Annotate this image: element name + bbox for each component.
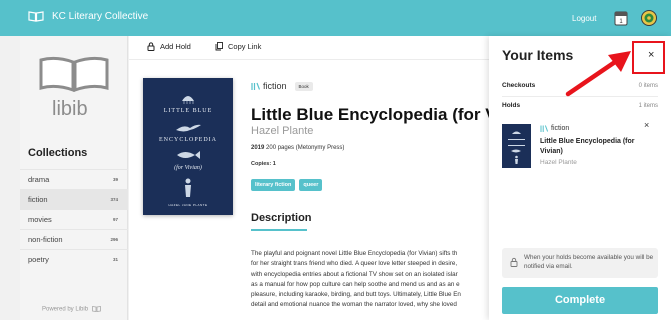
powered-by-text: Powered by Libib <box>42 306 89 313</box>
description-underline <box>251 229 307 231</box>
lock-icon <box>147 42 155 51</box>
hold-item-title[interactable]: Little Blue Encyclopedia (for Vivian) <box>540 137 644 156</box>
book-detail: Add Hold Copy Link LITTLE BLUE ENCYCLOPE… <box>129 36 489 320</box>
hold-item-author: Hazel Plante <box>540 159 577 166</box>
logout-link[interactable]: Logout <box>572 14 596 23</box>
sidebar: libib Collections drama 39 fiction 374 m… <box>20 36 128 320</box>
jellyfish-icon <box>182 96 194 104</box>
collection-name: poetry <box>28 255 49 264</box>
figure-icon <box>185 178 191 197</box>
checkouts-label: Checkouts <box>502 82 536 89</box>
collection-count: 39 <box>112 177 118 182</box>
copy-icon <box>215 42 223 51</box>
libib-logo <box>39 56 109 92</box>
genre-row: fiction Book <box>251 81 313 91</box>
toolbar: Add Hold Copy Link <box>129 36 489 60</box>
collection-count: 374 <box>110 197 118 202</box>
book-meta: 2019 200 pages (Metonymy Press) <box>251 145 344 151</box>
book-publisher: (Metonymy Press) <box>295 145 345 151</box>
book-cover: LITTLE BLUE ENCYCLOPEDIA (for Vivian) HA… <box>143 78 233 215</box>
collection-item-fiction[interactable]: fiction 374 <box>20 189 128 209</box>
hold-notice-text: When your holds become available you wil… <box>524 254 654 270</box>
collection-count: 296 <box>110 237 118 242</box>
description-text: The playful and poignant novel Little Bl… <box>251 249 489 311</box>
description-line: as a manual for how pop culture can help… <box>251 280 460 288</box>
hold-notice: When your holds become available you wil… <box>502 248 658 278</box>
description-line: The playful and poignant novel Little Bl… <box>251 250 458 257</box>
bird-icon <box>176 124 201 132</box>
brand[interactable]: KC Literary Collective <box>28 11 148 22</box>
cover-title-line-2: ENCYCLOPEDIA <box>159 137 217 143</box>
books-icon <box>251 82 260 90</box>
description-title: Description <box>251 212 312 224</box>
cover-author: HAZEL JANE PLANTE <box>168 203 208 207</box>
collections-title: Collections <box>28 147 88 159</box>
tag-queer[interactable]: queer <box>299 179 323 191</box>
book-copies: Copies: 1 <box>251 161 276 167</box>
top-bar: KC Literary Collective Logout 1 <box>0 0 671 36</box>
brand-name: KC Literary Collective <box>52 11 149 22</box>
copy-link-label: Copy Link <box>228 42 262 51</box>
description-line: pleasure, including karaoke, birding, an… <box>251 291 461 299</box>
book-cover-art-icon <box>508 131 525 164</box>
logo-text: libib <box>52 98 88 120</box>
close-button[interactable]: × <box>648 49 654 61</box>
collection-name: fiction <box>28 195 48 204</box>
add-hold-label: Add Hold <box>160 42 191 51</box>
complete-button[interactable]: Complete <box>502 287 658 314</box>
book-title: Little Blue Encyclopedia (for Vivi <box>251 105 489 124</box>
collection-item-drama[interactable]: drama 39 <box>20 169 128 189</box>
holds-row: Holds 1 items <box>502 102 658 109</box>
books-icon <box>540 125 548 132</box>
tag-literary-fiction[interactable]: literary fiction <box>251 179 296 191</box>
hold-item-genre-label: fiction <box>551 125 570 132</box>
collection-name: movies <box>28 215 52 224</box>
collection-item-non-fiction[interactable]: non-fiction 296 <box>20 229 128 249</box>
collection-count: 31 <box>112 257 118 262</box>
avatar[interactable] <box>641 10 657 31</box>
fish-icon <box>177 151 200 159</box>
cover-title-line-1: LITTLE BLUE <box>163 108 213 114</box>
description-line: with encyclopedia entries about a fictio… <box>251 270 458 278</box>
collection-item-movies[interactable]: movies 97 <box>20 209 128 229</box>
remove-hold-button[interactable]: × <box>644 120 649 130</box>
book-year: 2019 <box>251 145 265 151</box>
book-author[interactable]: Hazel Plante <box>251 125 313 137</box>
copy-link-button[interactable]: Copy Link <box>215 42 261 51</box>
panel-title: Your Items <box>502 47 574 63</box>
collection-name: drama <box>28 175 50 184</box>
checkouts-count: 0 items <box>638 82 658 89</box>
add-hold-button[interactable]: Add Hold <box>147 42 191 51</box>
tag-list: literary fiction queer <box>251 179 326 191</box>
genre-label: fiction <box>263 81 287 91</box>
format-badge: Book <box>294 81 313 91</box>
collection-name: non-fiction <box>28 235 63 244</box>
cover-subtitle: (for Vivian) <box>174 165 202 171</box>
collections-list: drama 39 fiction 374 movies 97 non-ficti… <box>20 169 128 269</box>
hold-item-cover <box>502 124 531 168</box>
powered-by[interactable]: Powered by Libib <box>42 306 101 313</box>
collection-item-poetry[interactable]: poetry 31 <box>20 249 128 269</box>
description-line: detail and emotional nuance the woman th… <box>251 301 457 309</box>
hold-item-genre: fiction <box>540 125 569 132</box>
lock-icon <box>510 257 518 267</box>
book-pages: 200 pages <box>266 145 295 151</box>
description-line: for her straight trans friend who died. … <box>251 260 458 268</box>
collection-count: 97 <box>112 217 118 222</box>
calendar-icon[interactable]: 1 <box>614 9 628 31</box>
holds-label: Holds <box>502 102 521 109</box>
annotation-arrow-icon <box>565 51 631 97</box>
book-icon <box>91 306 101 312</box>
holds-count: 1 items <box>638 102 658 109</box>
book-icon <box>28 11 44 22</box>
